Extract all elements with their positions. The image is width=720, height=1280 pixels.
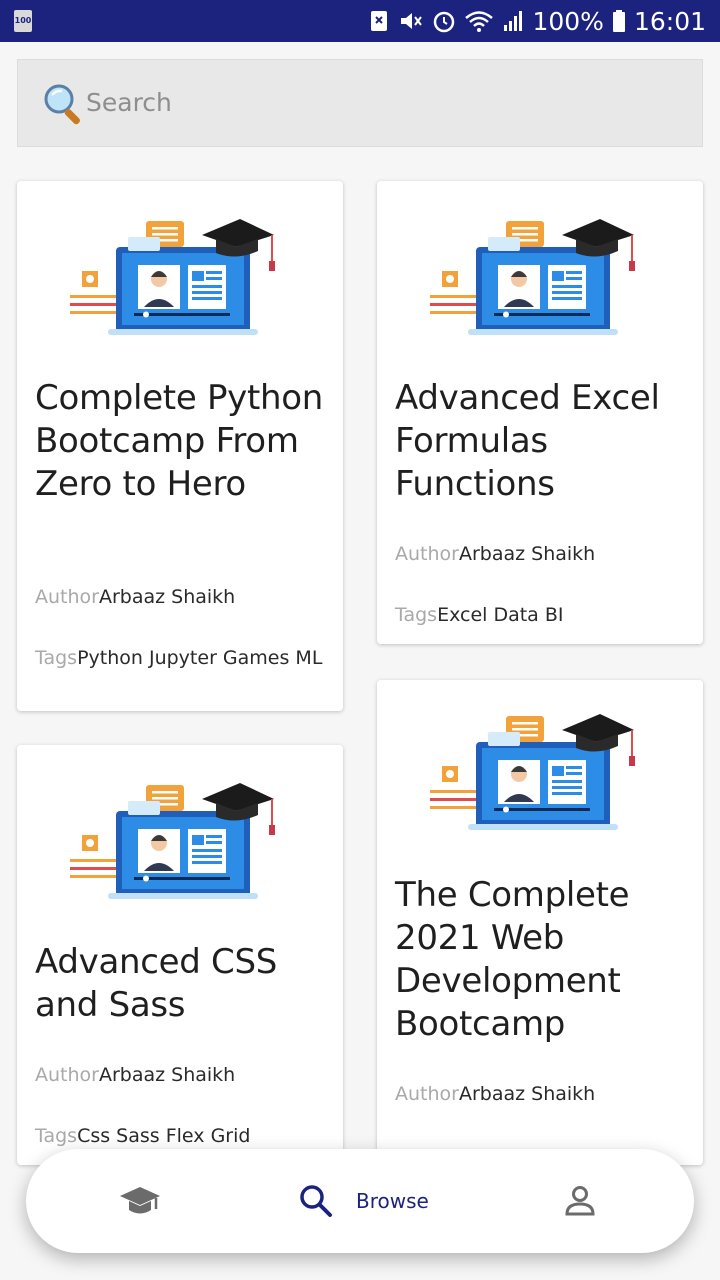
course-tags: TagsExcel Data BI (395, 604, 689, 627)
course-tags: Tags Python Jupyter Games ML (35, 647, 329, 670)
magnifier-icon (44, 84, 80, 125)
course-author: AuthorArbaaz Shaikh (35, 1064, 329, 1087)
course-thumbnail (70, 763, 290, 903)
battery-percent: 100% (532, 6, 604, 36)
tags-values: Css Sass Flex Grid (77, 1125, 251, 1147)
author-label: Author (35, 586, 99, 608)
course-illustration (70, 219, 275, 335)
course-author: AuthorArbaaz Shaikh (35, 586, 329, 609)
status-icons: 100% 16:01 (368, 6, 706, 36)
author-name: Arbaaz Shaikh (98, 1064, 236, 1086)
tags-label: Tags (395, 604, 438, 626)
battery-saver-icon: 100 (14, 10, 32, 32)
status-bar: 100 100% 16:01 (0, 0, 720, 42)
tags-values: Python Jupyter Games ML (77, 647, 323, 669)
course-title: Advanced CSS and Sass (35, 942, 278, 1025)
bottom-navigation: Browse (26, 1149, 694, 1253)
nav-item-courses[interactable] (118, 1149, 162, 1253)
nav-label-browse: Browse (356, 1189, 429, 1213)
author-label: Author (35, 1064, 99, 1086)
course-card[interactable]: Advanced CSS and Sass AuthorArbaaz Shaik… (17, 745, 343, 1165)
course-card[interactable]: The Complete 2021 Web Development Bootca… (377, 680, 703, 1165)
battery-icon (612, 10, 625, 32)
nav-item-browse[interactable]: Browse (298, 1149, 429, 1253)
author-label: Author (395, 543, 459, 565)
clock: 16:01 (633, 6, 706, 36)
author-label: Author (395, 1083, 459, 1105)
course-thumbnail (70, 199, 290, 339)
course-card[interactable]: Advanced Excel Formulas Functions Author… (377, 181, 703, 644)
course-illustration (430, 219, 635, 335)
nav-item-profile[interactable] (562, 1149, 598, 1253)
author-name: Arbaaz Shaikh (458, 1083, 596, 1105)
author-name: Arbaaz Shaikh (458, 543, 596, 565)
wifi-icon (465, 11, 494, 32)
course-illustration (430, 714, 635, 830)
course-author: AuthorArbaaz Shaikh (395, 543, 689, 566)
search-placeholder: Search (86, 88, 172, 117)
course-tags: TagsCss Sass Flex Grid (35, 1125, 329, 1148)
course-author: AuthorArbaaz Shaikh (395, 1083, 689, 1106)
battery-badge: 100 (14, 16, 32, 25)
tags-label: Tags (35, 647, 78, 669)
alarm-icon (434, 11, 455, 33)
course-title: Advanced Excel Formulas Functions (395, 378, 660, 504)
graduation-cap-icon (120, 1187, 160, 1214)
course-card[interactable]: Complete Python Bootcamp From Zero to He… (17, 181, 343, 711)
profile-icon (565, 1186, 595, 1216)
course-thumbnail (430, 694, 650, 834)
tags-values: Excel Data BI (437, 604, 564, 626)
nfc-icon (371, 11, 388, 31)
course-title: Complete Python Bootcamp From Zero to He… (35, 378, 324, 504)
author-name: Arbaaz Shaikh (98, 586, 236, 608)
search-icon (300, 1185, 332, 1217)
course-illustration (70, 783, 275, 899)
signal-icon (504, 11, 523, 31)
search-input[interactable]: Search (17, 59, 703, 147)
course-title: The Complete 2021 Web Development Bootca… (395, 875, 630, 1044)
tags-label: Tags (35, 1125, 78, 1147)
mute-icon (401, 13, 423, 29)
course-thumbnail (430, 199, 650, 339)
